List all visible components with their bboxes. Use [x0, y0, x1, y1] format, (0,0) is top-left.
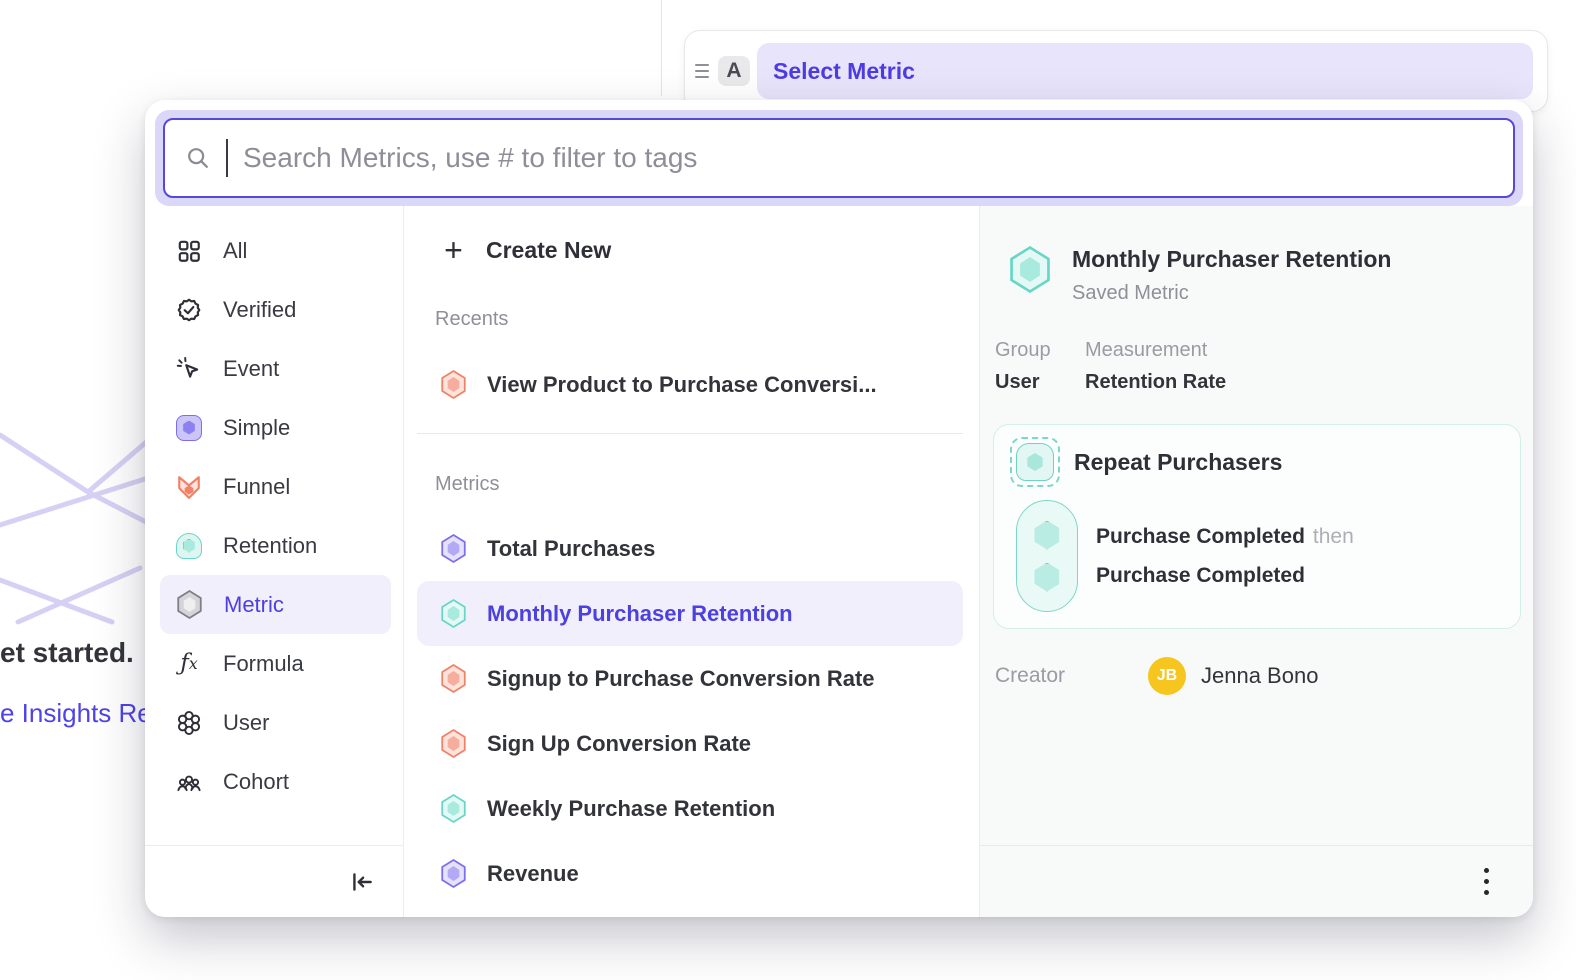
- user-cluster-icon: [176, 710, 202, 736]
- metric-hexagon-icon: [440, 599, 467, 628]
- step-hexagon-icon: [1034, 563, 1061, 592]
- search-input[interactable]: [243, 142, 1493, 174]
- metrics-header: Metrics: [435, 473, 979, 496]
- group-value: User: [995, 371, 1085, 394]
- grid-icon: [176, 238, 202, 264]
- detail-title: Monthly Purchaser Retention: [1072, 246, 1391, 273]
- sidebar-item-formula[interactable]: ƒx Formula: [160, 634, 391, 693]
- background-headline-fragment: et started.: [0, 637, 134, 669]
- series-letter-badge: A: [718, 56, 750, 86]
- step-line-1: Purchase Completedthen: [1096, 525, 1354, 549]
- metric-hexagon-icon: [440, 859, 467, 888]
- definition-icon: [1010, 437, 1060, 487]
- detail-subtitle: Saved Metric: [1072, 282, 1391, 305]
- sidebar-item-retention[interactable]: Retention: [160, 516, 391, 575]
- metric-item[interactable]: Weekly Purchase Retention: [417, 776, 963, 841]
- metric-picker-dialog: All Verified Event: [145, 100, 1533, 917]
- recent-item[interactable]: View Product to Purchase Conversi...: [417, 352, 963, 417]
- saved-metric-hexagon-icon: [1008, 246, 1052, 293]
- metric-list-column: + Create New Recents View Product to Pur…: [404, 206, 979, 917]
- metric-detail-panel: Monthly Purchaser Retention Saved Metric…: [979, 206, 1533, 917]
- metric-item[interactable]: Signup to Purchase Conversion Rate: [417, 646, 963, 711]
- collapse-sidebar-icon[interactable]: [349, 869, 375, 895]
- creator-avatar: JB: [1148, 657, 1186, 695]
- retention-icon: [176, 533, 202, 559]
- sidebar-item-funnel[interactable]: Funnel: [160, 457, 391, 516]
- detail-footer: [980, 845, 1533, 917]
- create-new-button[interactable]: + Create New: [417, 221, 963, 279]
- measurement-label: Measurement: [1085, 339, 1226, 362]
- sidebar-item-simple[interactable]: Simple: [160, 398, 391, 457]
- metric-hexagon-icon: [440, 534, 467, 563]
- group-label: Group: [995, 339, 1085, 362]
- measurement-value: Retention Rate: [1085, 371, 1226, 394]
- cursor-click-icon: [176, 356, 202, 382]
- steps-capsule: [1016, 500, 1078, 612]
- metric-item[interactable]: Total Purchases: [417, 516, 963, 581]
- metric-hexagon-icon: [440, 794, 467, 823]
- search-icon: [185, 145, 211, 171]
- sidebar-item-verified[interactable]: Verified: [160, 280, 391, 339]
- creator-row: Creator JB Jenna Bono: [980, 657, 1533, 695]
- creator-label: Creator: [995, 664, 1148, 688]
- divider: [417, 433, 963, 434]
- sidebar-item-user[interactable]: User: [160, 693, 391, 752]
- more-options-button[interactable]: [1478, 862, 1495, 901]
- sidebar-item-metric[interactable]: Metric: [160, 575, 391, 634]
- category-sidebar: All Verified Event: [145, 206, 404, 917]
- step-line-2: Purchase Completed: [1096, 564, 1354, 588]
- sidebar-item-all[interactable]: All: [160, 221, 391, 280]
- background-panel-divider: [661, 0, 662, 96]
- creator-name: Jenna Bono: [1201, 663, 1318, 689]
- text-caret: [226, 139, 228, 177]
- metric-item-selected[interactable]: Monthly Purchaser Retention: [417, 581, 963, 646]
- metric-hexagon-icon: [440, 729, 467, 758]
- select-metric-pill[interactable]: Select Metric: [757, 43, 1533, 99]
- recents-header: Recents: [435, 308, 979, 331]
- search-box[interactable]: [163, 118, 1515, 198]
- metric-hexagon-icon: [176, 590, 203, 619]
- metric-item[interactable]: Sign Up Conversion Rate: [417, 711, 963, 776]
- step-hexagon-icon: [1034, 521, 1061, 550]
- detail-header: Monthly Purchaser Retention Saved Metric: [980, 206, 1533, 305]
- metric-hexagon-icon: [440, 664, 467, 693]
- funnel-icon: [176, 474, 202, 500]
- background-report-link-fragment[interactable]: e Insights Re: [0, 698, 152, 729]
- formula-fx-icon: ƒx: [176, 651, 202, 677]
- sidebar-item-event[interactable]: Event: [160, 339, 391, 398]
- definition-card: Repeat Purchasers Purchase Completedthen…: [993, 424, 1521, 629]
- badge-check-icon: [176, 297, 202, 323]
- simple-metric-icon: [176, 415, 202, 441]
- metric-item[interactable]: Revenue: [417, 841, 963, 906]
- drag-handle-icon[interactable]: [695, 64, 709, 78]
- funnel-metric-hexagon-icon: [440, 370, 467, 399]
- sidebar-footer: [145, 845, 403, 917]
- sidebar-item-cohort[interactable]: Cohort: [160, 752, 391, 811]
- definition-title: Repeat Purchasers: [1074, 449, 1282, 476]
- detail-meta: Group User Measurement Retention Rate: [980, 339, 1533, 394]
- cohort-people-icon: [176, 769, 202, 795]
- search-container: [155, 110, 1523, 206]
- plus-icon: +: [440, 234, 467, 266]
